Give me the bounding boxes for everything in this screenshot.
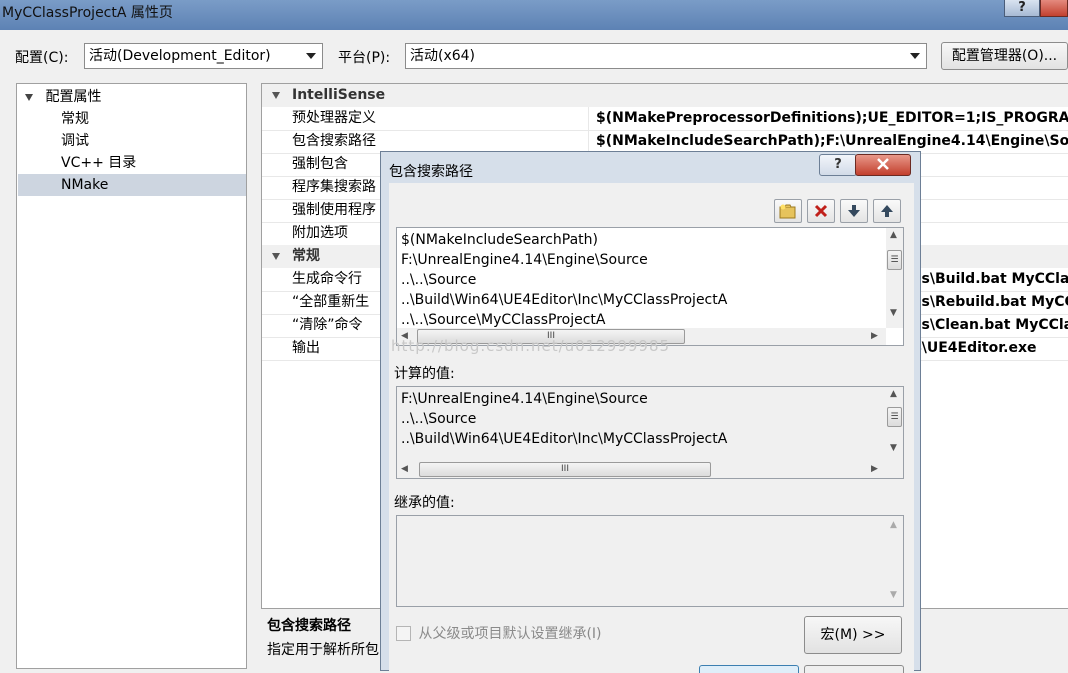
platform-dropdown[interactable]: 活动(x64): [405, 43, 927, 69]
collapse-triangle-icon: [272, 92, 280, 99]
delete-icon: [814, 204, 828, 218]
vertical-scrollbar[interactable]: ▲ ☰ ▼: [886, 228, 903, 328]
path-line[interactable]: ..\Build\Win64\UE4Editor\Inc\MyCClassPro…: [401, 292, 727, 308]
vertical-scrollbar[interactable]: ▲ ☰ ▼: [886, 387, 903, 461]
tree-item-debug[interactable]: 调试: [61, 130, 89, 152]
path-line[interactable]: ..\..\Source: [401, 272, 476, 288]
dialog-help-button[interactable]: ?: [819, 154, 857, 176]
path-line[interactable]: $(NMakeIncludeSearchPath): [401, 232, 598, 248]
config-manager-button[interactable]: 配置管理器(O)...: [941, 42, 1068, 70]
watermark: http://blog.csdn.net/u012999985: [391, 337, 671, 355]
scroll-thumb[interactable]: ☰: [887, 250, 902, 270]
inherited-label: 继承的值:: [394, 495, 455, 511]
path-line[interactable]: F:\UnrealEngine4.14\Engine\Source: [401, 252, 648, 268]
scroll-thumb[interactable]: ☰: [887, 407, 902, 427]
inherit-checkbox[interactable]: 从父级或项目默认设置继承(I): [396, 623, 602, 643]
chevron-down-icon: [306, 53, 316, 59]
new-line-button[interactable]: [774, 199, 802, 223]
chevron-down-icon: [910, 53, 920, 59]
config-label: 配置(C):: [15, 50, 69, 66]
horizontal-scrollbar[interactable]: ◀ III ▶: [397, 461, 886, 478]
window-help-button[interactable]: ?: [1004, 0, 1040, 17]
description-title: 包含搜索路径: [267, 618, 351, 634]
title-bar: MyCClassProjectA 属性页 ?: [0, 0, 1068, 30]
expand-triangle-icon: [25, 93, 33, 101]
dialog-title: 包含搜索路径: [389, 164, 473, 180]
move-up-button[interactable]: [873, 199, 901, 223]
move-down-button[interactable]: [840, 199, 868, 223]
ok-button[interactable]: [699, 665, 799, 673]
platform-value: 活动(x64): [410, 48, 476, 64]
evaluated-line: ..\Build\Win64\UE4Editor\Inc\MyCClassPro…: [401, 431, 728, 447]
new-folder-icon: [779, 204, 796, 219]
tree-item-nmake[interactable]: NMake: [61, 174, 108, 196]
paths-editor[interactable]: $(NMakeIncludeSearchPath) F:\UnrealEngin…: [396, 227, 904, 346]
tree-item-vc-directories[interactable]: VC++ 目录: [61, 152, 136, 174]
arrow-down-icon: [848, 205, 860, 217]
config-value: 活动(Development_Editor): [89, 48, 271, 64]
macros-button[interactable]: 宏(M) >>: [804, 616, 902, 654]
close-icon: [877, 158, 889, 170]
evaluated-line: ..\..\Source: [401, 411, 477, 427]
delete-line-button[interactable]: [807, 199, 835, 223]
dialog-close-button[interactable]: [855, 154, 911, 176]
tree-item-general[interactable]: 常规: [61, 108, 89, 130]
platform-label: 平台(P):: [338, 50, 391, 66]
inherit-checkbox-label: 从父级或项目默认设置继承(I): [418, 626, 602, 642]
dialog-body: $(NMakeIncludeSearchPath) F:\UnrealEngin…: [389, 183, 914, 673]
window-close-button[interactable]: [1040, 0, 1068, 17]
vertical-scrollbar: ▲ ▼: [886, 516, 903, 606]
scroll-thumb[interactable]: III: [419, 462, 711, 477]
category-intellisense[interactable]: IntelliSense: [262, 84, 1068, 107]
collapse-triangle-icon: [272, 253, 280, 260]
property-tree: 配置属性 常规 调试 VC++ 目录 NMake: [16, 83, 247, 669]
tree-selection-highlight: [18, 174, 246, 196]
inherited-values: ▲ ▼: [396, 515, 904, 607]
cancel-button[interactable]: [804, 665, 904, 673]
window-title: MyCClassProjectA 属性页: [2, 5, 173, 21]
evaluated-line: F:\UnrealEngine4.14\Engine\Source: [401, 391, 648, 407]
path-line[interactable]: ..\..\Source\MyCClassProjectA: [401, 312, 605, 328]
arrow-up-icon: [881, 205, 893, 217]
tree-root-config-properties[interactable]: 配置属性: [25, 86, 101, 108]
config-dropdown[interactable]: 活动(Development_Editor): [84, 43, 323, 69]
include-paths-dialog: 包含搜索路径 ? $(NMakeIncludeSearchPath) F:\Un…: [380, 151, 921, 673]
evaluated-label: 计算的值:: [394, 366, 455, 382]
evaluated-values: F:\UnrealEngine4.14\Engine\Source ..\..\…: [396, 386, 904, 479]
checkbox-box[interactable]: [396, 625, 411, 641]
description-text: 指定用于解析所包: [267, 642, 379, 658]
tree-root-label: 配置属性: [45, 89, 102, 105]
property-row[interactable]: 预处理器定义 $(NMakePreprocessorDefinitions);UE…: [262, 107, 1068, 131]
